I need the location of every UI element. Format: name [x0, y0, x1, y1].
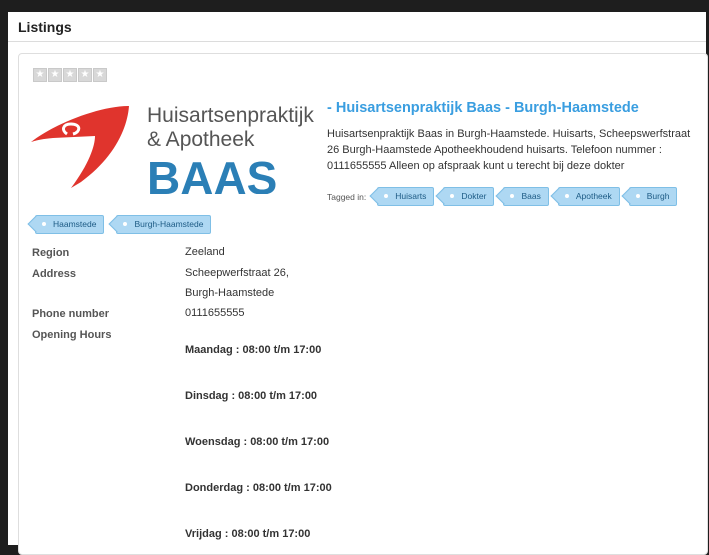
hours-friday: Vrijdag : 08:00 t/m 17:00: [185, 528, 311, 540]
star-icon[interactable]: ★: [48, 68, 62, 82]
tag-dokter[interactable]: Dokter: [443, 187, 495, 206]
logo-line1: Huisartsenpraktijk: [147, 104, 314, 127]
star-icon[interactable]: ★: [93, 68, 107, 82]
caduceus-swoosh-icon: [31, 106, 129, 188]
listing-card: ★ ★ ★ ★ ★ Huisartsenpraktijk & Apotheek …: [18, 53, 708, 555]
hours-wednesday: Woensdag : 08:00 t/m 17:00: [185, 436, 330, 448]
phone-label: Phone number: [32, 308, 110, 320]
tag-huisarts[interactable]: Huisarts: [377, 187, 435, 206]
listing-description: Huisartsenpraktijk Baas in Burgh-Haamste…: [327, 128, 691, 172]
tag-haamstede[interactable]: Haamstede: [35, 215, 105, 234]
listings-panel: Listings ★ ★ ★ ★ ★ Huisartsenpraktijk & …: [8, 12, 708, 555]
tags-row: Haamstede Burgh-Haamstede: [35, 215, 212, 234]
top-bar: [0, 0, 709, 12]
region-label: Region: [32, 247, 70, 259]
tag-burgh-haamstede[interactable]: Burgh-Haamstede: [116, 215, 212, 234]
star-icon[interactable]: ★: [78, 68, 92, 82]
opening-hours-label: Opening Hours: [32, 329, 112, 341]
star-icon[interactable]: ★: [63, 68, 77, 82]
address-label: Address: [32, 268, 77, 280]
hours-tuesday: Dinsdag : 08:00 t/m 17:00: [185, 390, 318, 402]
tag-burgh[interactable]: Burgh: [628, 187, 678, 206]
panel-title: Listings: [18, 19, 72, 35]
star-icon[interactable]: ★: [33, 68, 47, 82]
phone-value: 0111655555: [185, 307, 245, 319]
logo-line2: & Apotheek: [147, 128, 255, 151]
address-line1: Scheepwerfstraat 26,: [185, 267, 289, 279]
logo-brand: BAAS: [147, 152, 277, 194]
listing-title-link[interactable]: - Huisartsenpraktijk Baas - Burgh-Haamst…: [327, 100, 639, 116]
hours-thursday: Donderdag : 08:00 t/m 17:00: [185, 482, 332, 494]
panel-divider: [8, 41, 706, 42]
address-line2: Burgh-Haamstede: [185, 287, 275, 299]
tagged-in-label: Tagged in:: [327, 191, 367, 202]
practice-logo: Huisartsenpraktijk & Apotheek BAAS: [31, 104, 314, 194]
region-value: Zeeland: [185, 246, 225, 258]
tag-apotheek[interactable]: Apotheek: [557, 187, 620, 206]
hours-monday: Maandag : 08:00 t/m 17:00: [185, 344, 322, 356]
rating-stars[interactable]: ★ ★ ★ ★ ★: [33, 68, 107, 82]
tag-baas[interactable]: Baas: [503, 187, 549, 206]
tags-inline: Tagged in: Huisarts Dokter Baas Apotheek…: [327, 187, 678, 206]
